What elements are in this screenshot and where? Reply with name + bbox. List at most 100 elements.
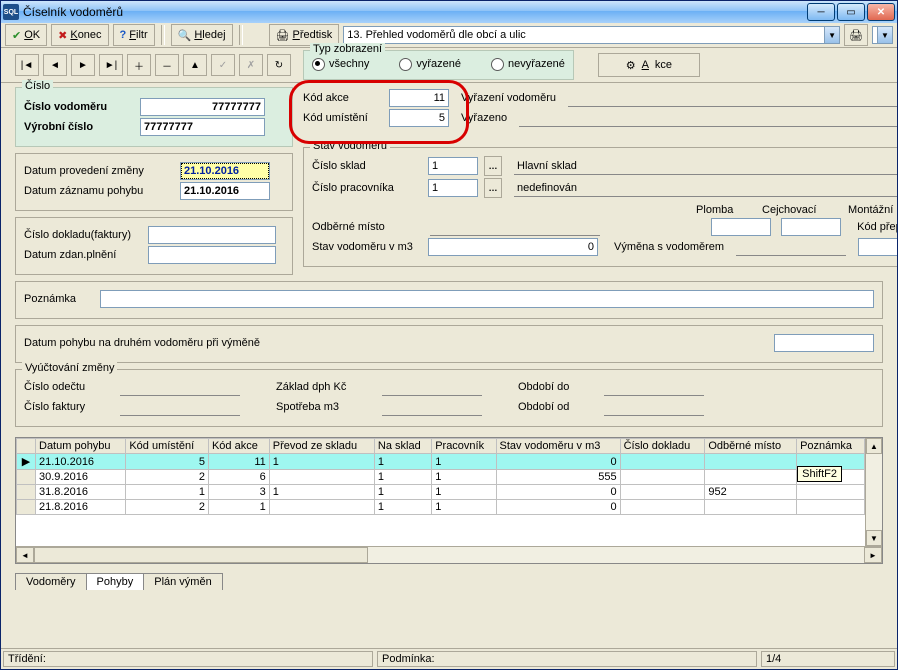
grid-cell[interactable] (620, 500, 705, 515)
plomba-mont-input[interactable] (781, 218, 841, 236)
nav-cancel-button[interactable]: ✗ (239, 54, 263, 76)
cislo-vodomeru-input[interactable]: 77777777 (140, 98, 265, 116)
grid-cell[interactable]: 2 (126, 470, 209, 485)
kod-akce-input[interactable]: 11 (389, 89, 449, 107)
table-row[interactable]: 30.9.20162611555 (17, 470, 865, 485)
scroll-up-icon[interactable]: ▲ (866, 438, 882, 454)
nav-edit-button[interactable]: ▲ (183, 54, 207, 76)
datum-zaznamu-input[interactable]: 21.10.2016 (180, 182, 270, 200)
grid-column-header[interactable]: Poznámka (797, 439, 865, 454)
stav-m3-input[interactable]: 0 (428, 238, 598, 256)
nav-post-button[interactable]: ✓ (211, 54, 235, 76)
grid-column-header[interactable]: Pracovník (432, 439, 496, 454)
poznamka-input[interactable] (100, 290, 874, 308)
grid-cell[interactable] (620, 470, 705, 485)
grid-column-header[interactable]: Kód akce (208, 439, 269, 454)
grid-cell[interactable]: 1 (374, 454, 431, 470)
cislo-sklad-input[interactable]: 1 (428, 157, 478, 175)
hledej-button[interactable]: 🔍Hledej (171, 24, 233, 46)
grid-column-header[interactable]: Stav vodoměru v m3 (496, 439, 620, 454)
predtisk-select[interactable]: 13. Přehled vodoměrů dle obcí a ulic▼ (343, 26, 840, 44)
grid-cell[interactable]: 21.8.2016 (36, 500, 126, 515)
grid-cell[interactable]: 1 (374, 500, 431, 515)
grid-cell[interactable] (797, 485, 865, 500)
sklad-lookup-button[interactable]: … (484, 156, 502, 176)
grid-cell[interactable]: 1 (374, 470, 431, 485)
grid-cell[interactable]: 11 (208, 454, 269, 470)
print-button[interactable]: 🖨 (844, 24, 868, 46)
grid-cell[interactable] (797, 500, 865, 515)
grid-cell[interactable]: 952 (705, 485, 797, 500)
grid-cell[interactable] (620, 485, 705, 500)
nav-insert-button[interactable]: ＋ (127, 54, 151, 76)
grid-column-header[interactable]: Kód umístění (126, 439, 209, 454)
grid-cell[interactable] (269, 470, 374, 485)
table-row[interactable]: ▶21.10.20165111110 (17, 454, 865, 470)
maximize-button[interactable]: ▭ (837, 3, 865, 21)
grid-cell[interactable]: 31.8.2016 (36, 485, 126, 500)
nav-next-button[interactable]: ► (71, 54, 95, 76)
tab-plan-vymen[interactable]: Plán výměn (143, 573, 222, 590)
grid-cell[interactable]: 0 (496, 485, 620, 500)
radio-vyrazene[interactable]: vyřazené (399, 58, 461, 71)
grid-cell[interactable]: 6 (208, 470, 269, 485)
minimize-button[interactable]: ─ (807, 3, 835, 21)
grid-cell[interactable]: 5 (126, 454, 209, 470)
grid-column-header[interactable]: Číslo dokladu (620, 439, 705, 454)
tab-pohyby[interactable]: Pohyby (86, 573, 145, 590)
scroll-left-icon[interactable]: ◄ (16, 547, 34, 563)
datum-zdan-input[interactable] (148, 246, 276, 264)
vyrobni-cislo-input[interactable]: 77777777 (140, 118, 265, 136)
grid-cell[interactable]: 3 (208, 485, 269, 500)
grid-column-header[interactable]: Na sklad (374, 439, 431, 454)
grid-cell[interactable]: 1 (432, 470, 496, 485)
ok-button[interactable]: ✔OK (5, 24, 47, 46)
plomba-cejch-input[interactable] (711, 218, 771, 236)
nav-refresh-button[interactable]: ↻ (267, 54, 291, 76)
scroll-down-icon[interactable]: ▼ (866, 530, 882, 546)
grid-cell[interactable]: 1 (432, 485, 496, 500)
scroll-right-icon[interactable]: ► (864, 547, 882, 563)
tab-vodomery[interactable]: Vodoměry (15, 573, 87, 590)
cislo-pracovnika-input[interactable]: 1 (428, 179, 478, 197)
print-options-select[interactable]: ▼ (872, 26, 893, 44)
grid-column-header[interactable]: Převod ze skladu (269, 439, 374, 454)
grid-cell[interactable]: 30.9.2016 (36, 470, 126, 485)
grid-cell[interactable]: 21.10.2016 (36, 454, 126, 470)
kod-prepravky-input[interactable] (858, 238, 898, 256)
grid-cell[interactable]: 2 (126, 500, 209, 515)
grid-cell[interactable]: 1 (126, 485, 209, 500)
datum-pohybu-input[interactable] (774, 334, 874, 352)
nav-prev-button[interactable]: ◄ (43, 54, 67, 76)
grid-vscroll[interactable]: ▲▼ (865, 438, 882, 546)
grid-cell[interactable]: 1 (374, 485, 431, 500)
grid-cell[interactable] (620, 454, 705, 470)
akce-button[interactable]: ⚙Akce (598, 53, 700, 77)
grid-cell[interactable] (705, 500, 797, 515)
konec-button[interactable]: ✖Konec (51, 24, 108, 46)
nav-delete-button[interactable]: － (155, 54, 179, 76)
grid-cell[interactable] (705, 454, 797, 470)
grid-cell[interactable]: 0 (496, 500, 620, 515)
grid-cell[interactable]: 1 (432, 500, 496, 515)
kod-umisteni-input[interactable]: 5 (389, 109, 449, 127)
grid-column-header[interactable]: Datum pohybu (36, 439, 126, 454)
grid-cell[interactable] (269, 500, 374, 515)
radio-nevyrazene[interactable]: nevyřazené (491, 58, 565, 71)
grid-cell[interactable]: 0 (496, 454, 620, 470)
grid-column-header[interactable]: Odběrné místo (705, 439, 797, 454)
filtr-button[interactable]: ?Filtr (113, 24, 155, 46)
table-row[interactable]: 31.8.2016131110952 (17, 485, 865, 500)
grid-cell[interactable] (705, 470, 797, 485)
grid-cell[interactable]: 1 (269, 454, 374, 470)
grid-hscroll[interactable]: ◄► (16, 546, 882, 563)
nav-first-button[interactable]: |◄ (15, 54, 39, 76)
nav-last-button[interactable]: ►| (99, 54, 123, 76)
grid-cell[interactable]: 1 (208, 500, 269, 515)
grid-cell[interactable]: 1 (269, 485, 374, 500)
grid-cell[interactable]: 555 (496, 470, 620, 485)
pracovnik-lookup-button[interactable]: … (484, 178, 502, 198)
datum-provedeni-input[interactable]: 21.10.2016 (180, 162, 270, 180)
close-button[interactable]: ✕ (867, 3, 895, 21)
cislo-dokladu-input[interactable] (148, 226, 276, 244)
